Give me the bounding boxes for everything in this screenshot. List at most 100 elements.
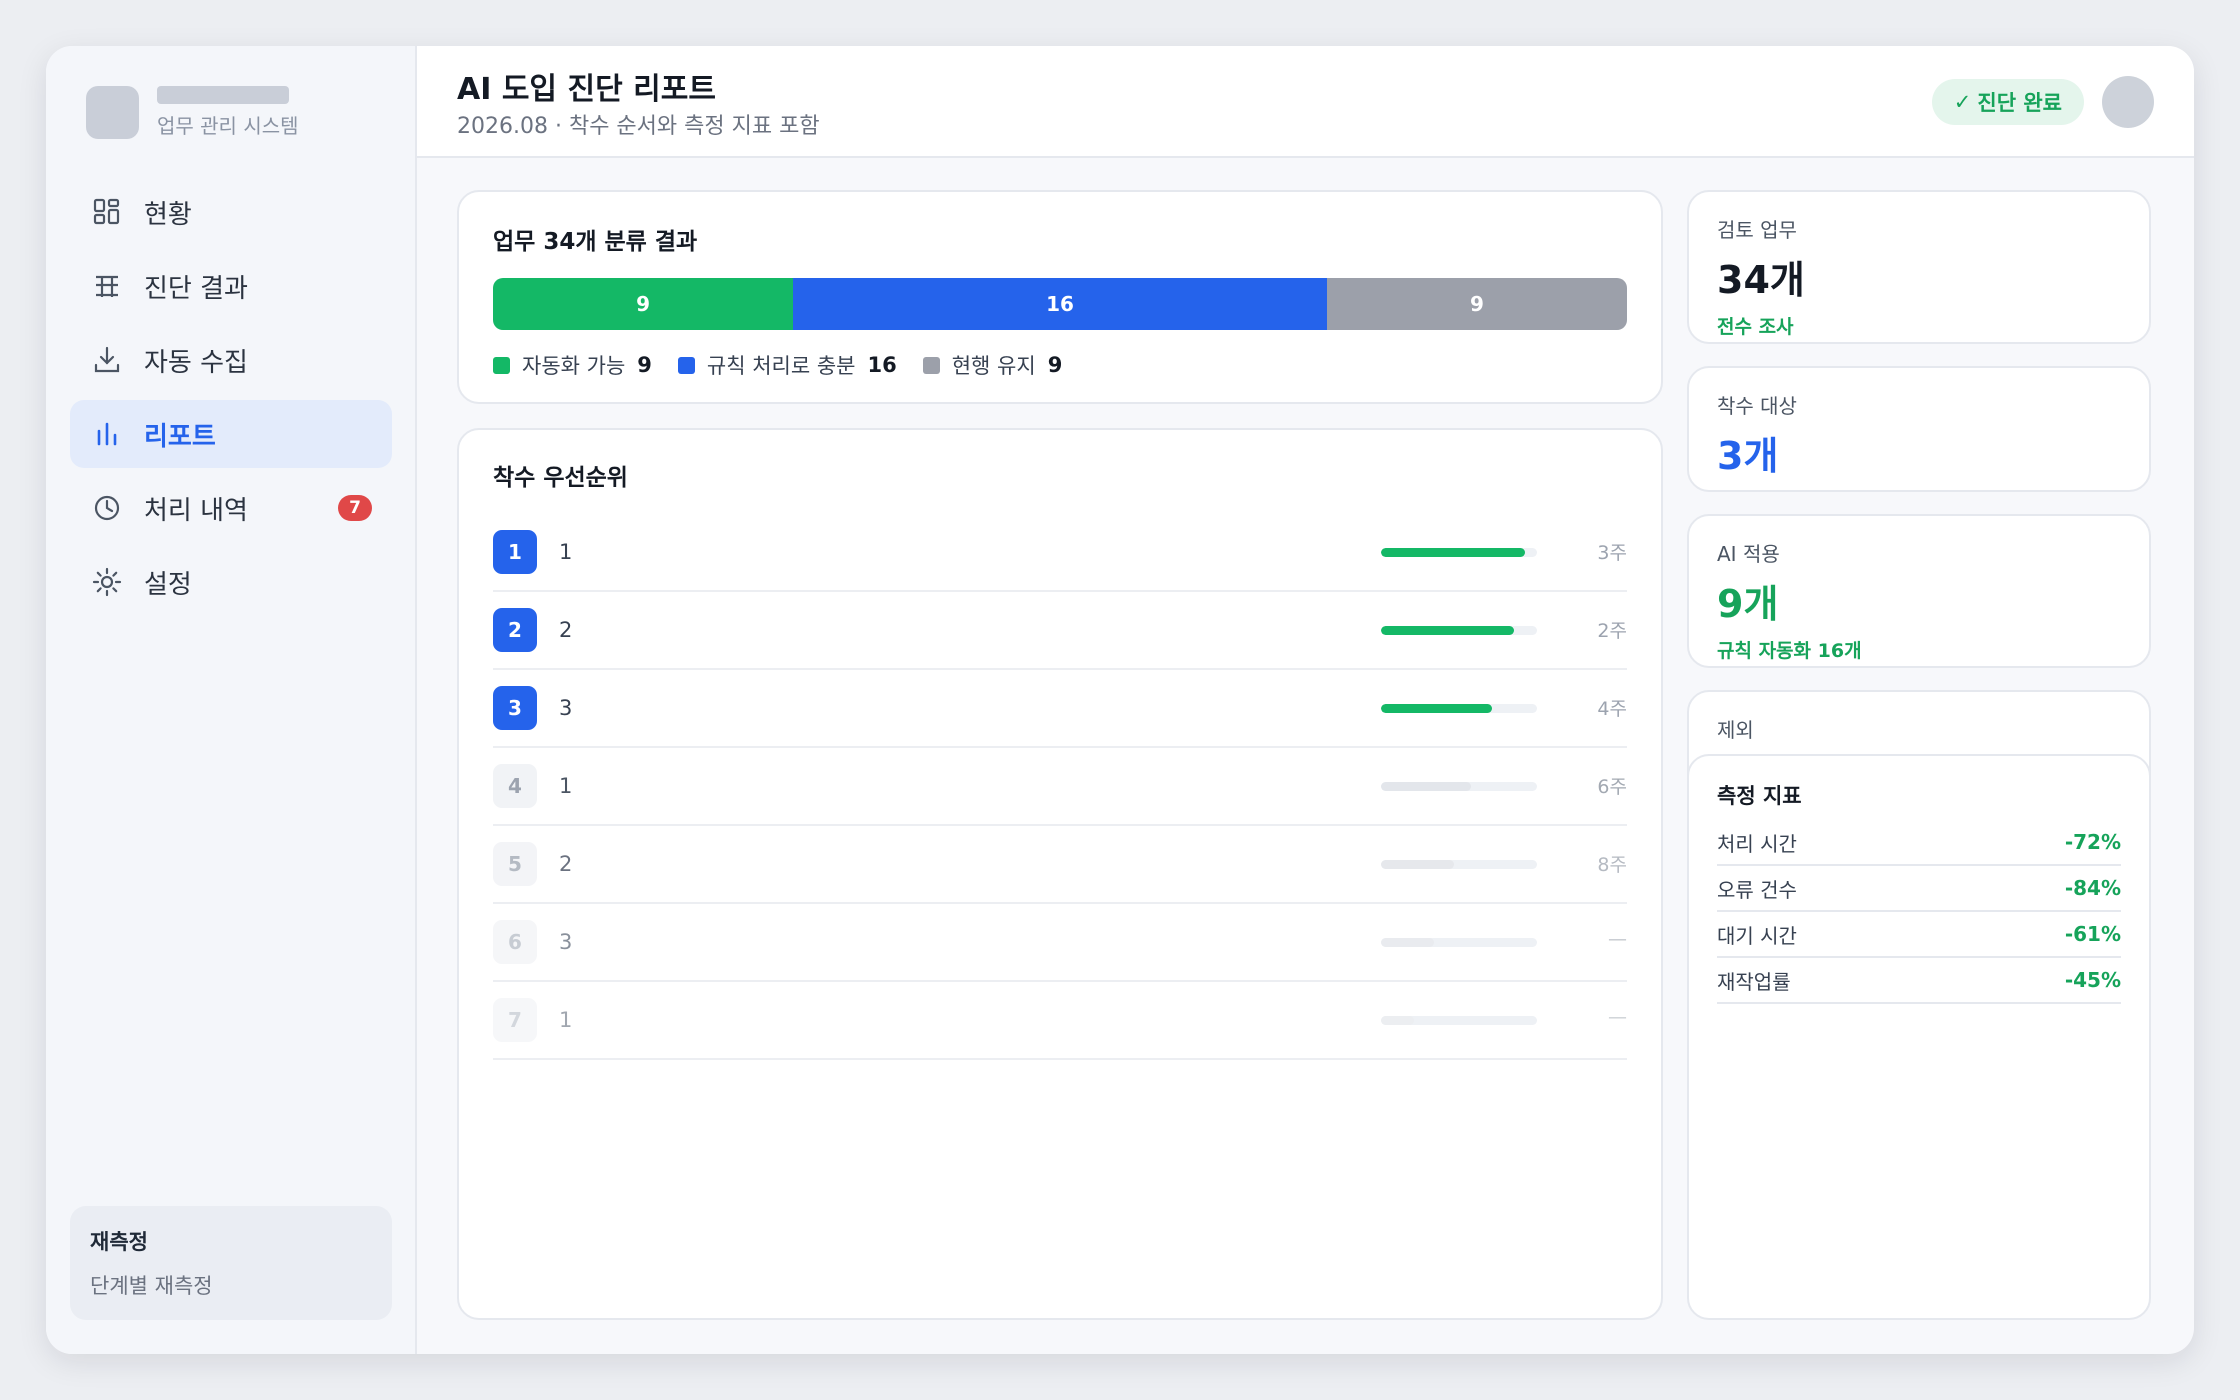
- sidebar-item-auto-collect[interactable]: 자동 수집: [70, 326, 392, 394]
- legend-value: 9: [637, 353, 652, 377]
- priority-duration: —: [1608, 928, 1627, 950]
- kpi-note: 전수 조사: [1717, 316, 1794, 338]
- table-icon: [90, 269, 124, 303]
- priority-duration: —: [1608, 1006, 1627, 1028]
- sidebar-item-settings[interactable]: 설정: [70, 548, 392, 616]
- metrics-card: 측정 지표 처리 시간 -72% 오류 건수 -84% 대기 시간 -61% 재작업률 -45…: [1687, 754, 2151, 1320]
- brand-name-placeholder: [157, 86, 289, 104]
- top-bar: AI 도입 진단 리포트 2026.08 · 착수 순서와 측정 지표 포함 ✓…: [417, 46, 2194, 158]
- priority-task-name: 1: [559, 774, 573, 798]
- classification-segment: 9: [1326, 278, 1627, 330]
- kpi-value: 9개: [1717, 582, 1779, 626]
- metric-row: 재작업률 -45%: [1717, 958, 2121, 1004]
- classification-stacked-bar: 9 16 9: [493, 278, 1627, 330]
- page-subtitle: 2026.08 · 착수 순서와 측정 지표 포함: [457, 114, 820, 139]
- priority-progress-track: [1381, 860, 1537, 869]
- main-content: AI 도입 진단 리포트 2026.08 · 착수 순서와 측정 지표 포함 ✓…: [417, 46, 2194, 1354]
- metric-name: 대기 시간: [1717, 923, 1797, 948]
- priority-progress-track: [1381, 1016, 1537, 1025]
- metric-value: -72%: [2064, 830, 2121, 854]
- priority-progress-track: [1381, 938, 1537, 947]
- sidebar-item-report[interactable]: 리포트: [70, 400, 392, 468]
- brand: 업무 관리 시스템: [86, 86, 299, 139]
- classification-segment: 9: [493, 278, 794, 330]
- priority-rank-badge: 4: [493, 764, 537, 808]
- priority-row[interactable]: 2 2 2주: [493, 592, 1627, 670]
- sidebar-item-label: 설정: [144, 569, 192, 600]
- priority-task-name: 1: [559, 1008, 573, 1032]
- priority-rank-badge: 3: [493, 686, 537, 730]
- metric-name: 처리 시간: [1717, 831, 1797, 856]
- sidebar-item-label: 처리 내역: [144, 495, 248, 526]
- priority-progress-track: [1381, 626, 1537, 635]
- metric-name: 재작업률: [1717, 969, 1791, 994]
- check-icon: ✓: [1953, 90, 1972, 114]
- brand-subtitle: 업무 관리 시스템: [157, 114, 299, 138]
- metric-value: -45%: [2064, 968, 2121, 992]
- kpi-card: 검토 업무 34개 전수 조사: [1687, 190, 2151, 344]
- classification-legend: 자동화 가능 9 규칙 처리로 충분 16 현행 유지 9: [493, 350, 1627, 380]
- priority-row[interactable]: 4 1 6주: [493, 748, 1627, 826]
- app-window: 업무 관리 시스템 현황 진단 결과 자동 수집 리포트 처리 내역 7 설정 …: [46, 46, 2194, 1354]
- legend-swatch: [922, 356, 940, 374]
- priority-title: 착수 우선순위: [493, 465, 628, 491]
- priority-rank-badge: 7: [493, 998, 537, 1042]
- remeasure-title: 재측정: [90, 1230, 148, 1254]
- priority-row[interactable]: 1 1 3주: [493, 514, 1627, 592]
- kpi-card: AI 적용 9개 규칙 자동화 16개: [1687, 514, 2151, 668]
- legend-value: 9: [1047, 353, 1063, 377]
- metrics-title: 측정 지표: [1717, 784, 1802, 808]
- history-count-badge: 7: [338, 495, 372, 521]
- priority-rank-badge: 5: [493, 842, 537, 886]
- page-title: AI 도입 진단 리포트: [457, 72, 716, 107]
- sidebar-item-diagnosis[interactable]: 진단 결과: [70, 252, 392, 320]
- priority-duration: 6주: [1597, 776, 1627, 798]
- priority-row[interactable]: 5 2 8주: [493, 826, 1627, 904]
- sidebar-item-label: 자동 수집: [144, 347, 248, 378]
- priority-row[interactable]: 6 3 —: [493, 904, 1627, 982]
- priority-progress-fill: [1381, 782, 1472, 791]
- legend-label: 규칙 처리로 충분: [706, 354, 856, 378]
- metrics-list: 처리 시간 -72% 오류 건수 -84% 대기 시간 -61% 재작업률 -45%: [1717, 820, 2121, 1004]
- metric-row: 처리 시간 -72%: [1717, 820, 2121, 866]
- status-label: 진단 완료: [1977, 91, 2062, 115]
- sidebar-item-label: 현황: [144, 199, 192, 230]
- sidebar-item-label: 리포트: [144, 421, 216, 452]
- priority-rank-badge: 6: [493, 920, 537, 964]
- dashboard-icon: [90, 195, 124, 229]
- kpi-note: 규칙 자동화 16개: [1717, 640, 1862, 662]
- avatar[interactable]: [2102, 76, 2154, 128]
- priority-row[interactable]: 7 1 —: [493, 982, 1627, 1060]
- priority-duration: 2주: [1597, 620, 1627, 642]
- legend-label: 현행 유지: [951, 354, 1036, 378]
- remeasure-subtitle: 단계별 재측정: [90, 1274, 213, 1298]
- priority-progress-fill: [1381, 938, 1435, 947]
- priority-row[interactable]: 3 3 4주: [493, 670, 1627, 748]
- kpi-label: 착수 대상: [1717, 394, 1797, 418]
- sidebar-item-status[interactable]: 현황: [70, 178, 392, 246]
- priority-list: 1 1 3주 2 2 2주 3 3 4주 4 1 6주 5 2 8주 6 3—7 1—: [493, 514, 1627, 1060]
- priority-duration: 3주: [1597, 542, 1627, 564]
- download-icon: [90, 343, 124, 377]
- priority-progress-fill: [1381, 1016, 1414, 1025]
- priority-rank-badge: 1: [493, 530, 537, 574]
- legend-value: 16: [867, 353, 897, 377]
- priority-progress-fill: [1381, 860, 1455, 869]
- sidebar: 업무 관리 시스템 현황 진단 결과 자동 수집 리포트 처리 내역 7 설정 …: [46, 46, 417, 1354]
- kpi-value: 34개: [1717, 258, 1805, 302]
- legend-item: 자동화 가능 9: [493, 350, 652, 380]
- kpi-label: 제외: [1717, 718, 1754, 742]
- kpi-value: 3개: [1717, 434, 1779, 478]
- sidebar-nav: 현황 진단 결과 자동 수집 리포트 처리 내역 7 설정: [70, 178, 392, 622]
- sidebar-item-history[interactable]: 처리 내역 7: [70, 474, 392, 542]
- bar-chart-icon: [90, 417, 124, 451]
- priority-progress-fill: [1381, 626, 1514, 635]
- metric-value: -61%: [2064, 922, 2121, 946]
- classification-title: 업무 34개 분류 결과: [493, 229, 698, 255]
- legend-swatch: [677, 356, 695, 374]
- priority-task-name: 2: [559, 618, 573, 642]
- metric-row: 오류 건수 -84%: [1717, 866, 2121, 912]
- sidebar-item-label: 진단 결과: [144, 273, 248, 304]
- remeasure-card[interactable]: 재측정 단계별 재측정: [70, 1206, 392, 1320]
- priority-task-name: 3: [559, 696, 573, 720]
